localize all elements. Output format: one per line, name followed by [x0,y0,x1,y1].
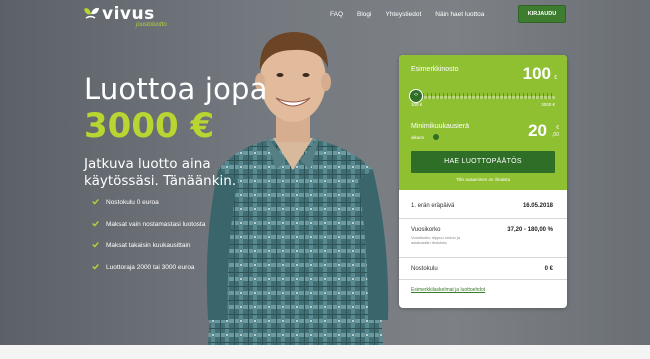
benefit-text: Maksat vain nostamastasi luotosta [106,220,206,228]
headline-line1: Luottoa jopa [84,72,268,106]
example-amount-value: 100 [522,64,551,83]
fee-value: 0 € [544,266,553,272]
main-nav: FAQ Blogi Yhteystiedot Näin haet luottoa [330,11,498,18]
checkmark-icon [92,220,99,227]
headline-amount: 3000 € [84,106,215,146]
fee-label: Nostokulu [411,266,438,272]
fee-row: Nostokulu 0 € [411,266,555,272]
calculator-header: Esimerkkinosto 100 € ‹› 100 € 3000 € Min… [399,55,567,190]
amount-slider-ticks [411,93,555,99]
checkmark-icon [92,263,99,270]
divider [399,257,567,258]
next-section-strip [0,345,650,359]
apr-label: Vuosikorko [411,227,441,233]
installment-sublabel: alkaen [411,135,425,140]
benefit-text: Nostokulu 0 euroa [106,199,159,206]
example-amount-label: Esimerkkinosto [411,66,459,73]
slider-min-label: 100 € [411,102,423,107]
info-dot-icon[interactable] [433,134,439,140]
example-amount-currency: € [554,75,557,81]
apr-value: 37,20 - 180,00 % [507,227,553,233]
checkmark-icon [92,198,99,205]
apply-note: Tilin avaaminen on ilmaista [455,177,511,182]
vivus-logo[interactable]: vivus joustoluotto [82,4,167,30]
nav-contact[interactable]: Yhteystiedot [385,11,421,18]
apply-loan-button[interactable]: HAE LUOTTOPÄÄTÖS [411,151,555,173]
logo-subtext: joustoluotto [136,22,167,28]
nav-faq[interactable]: FAQ [330,11,343,18]
list-item: Nostokulu 0 euroa [92,198,205,221]
apr-row: Vuosikorko 37,20 - 180,00 % [411,227,555,233]
list-item: Maksat vain nostamastasi luotosta [92,220,206,243]
installment-value: 20 [528,121,547,140]
amount-slider-handle[interactable]: ‹› [409,89,423,103]
loan-calculator-card: Esimerkkinosto 100 € ‹› 100 € 3000 € Min… [399,55,567,308]
list-item: Luottoraja 2000 tai 3000 euroa [92,263,205,286]
benefit-text: Luottoraja 2000 tai 3000 euroa [106,263,195,271]
hero-subline: Jatkuva luotto aina käytössäsi. Tänäänki… [84,156,237,189]
nav-blog[interactable]: Blogi [357,11,371,18]
nav-how-to-apply[interactable]: Näin haet luottoa [435,11,484,18]
installment-decimals: ,00 [552,132,559,138]
terms-link[interactable]: Esimerkkilaskelmat ja luottoehdot [411,287,485,293]
due-date-row: 1. erän eräpäivä 16.05.2018 [411,203,555,209]
installment-label: Minimikuukausierä [411,123,469,130]
divider [399,218,567,219]
checkmark-icon [92,241,99,248]
benefit-text: Maksat takaisin kuukausittain [106,242,191,249]
leaf-logo-icon [84,7,99,19]
apr-sublabel: Vuosikorko riippuu luoton ja asiakastili… [411,235,460,245]
due-date-value: 16.05.2018 [522,203,553,209]
slider-max-label: 3000 € [541,102,555,107]
login-button[interactable]: KIRJAUDU [518,5,566,23]
installment-currency: € [556,125,559,131]
list-item: Maksat takaisin kuukausittain [92,241,205,264]
hero-section: vivus joustoluotto FAQ Blogi Yhteystiedo… [0,0,650,345]
benefits-list: Nostokulu 0 euroa Maksat vain nostamasta… [92,198,206,286]
logo-text: vivus [102,4,155,24]
divider [399,279,567,280]
due-date-label: 1. erän eräpäivä [411,203,455,209]
